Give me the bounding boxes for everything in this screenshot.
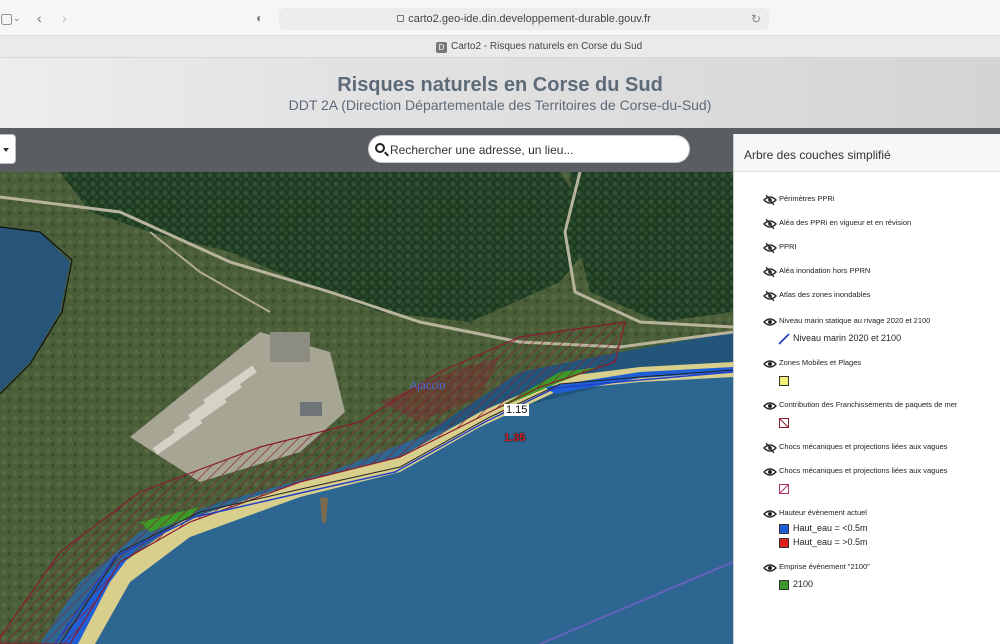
legend-item: 2100 [734, 579, 1000, 593]
eye-off-icon[interactable] [763, 242, 777, 254]
layer-label: Zones Mobiles et Plages [779, 358, 862, 367]
layer-row[interactable]: Contribution des Franchissements de paqu… [734, 399, 1000, 415]
eye-off-icon[interactable] [763, 290, 777, 302]
green-swatch [779, 580, 789, 590]
forward-button[interactable]: › [62, 9, 67, 27]
layer-row[interactable]: Zones Mobiles et Plages [734, 357, 1000, 373]
value-label: 1.35 [504, 432, 526, 444]
red-swatch [779, 538, 789, 548]
eye-icon[interactable] [763, 466, 777, 478]
map-canvas[interactable] [0, 172, 733, 644]
layer-label: PPRI [779, 242, 797, 251]
layer-label: Niveau marin statique au rivage 2020 et … [779, 316, 931, 325]
hatch-swatch [779, 418, 789, 428]
eye-icon[interactable] [763, 358, 777, 370]
layer-label: Chocs mécaniques et projections liées au… [779, 442, 948, 451]
search-box [368, 135, 690, 163]
eye-icon[interactable] [763, 316, 777, 328]
value-label: 1.15 [504, 404, 530, 416]
tab-title: Carto2 - Risques naturels en Corse du Su… [451, 41, 643, 52]
back-button[interactable]: ‹ [37, 9, 42, 27]
eye-icon[interactable] [763, 562, 777, 574]
panel-title: Arbre des couches simplifié [744, 148, 891, 162]
legend-label: 2100 [793, 579, 814, 589]
page-title: Risques naturels en Corse du Sud [337, 74, 663, 96]
chevron-down-icon[interactable]: ⌄ [13, 9, 21, 27]
layer-label: Aléa inondation hors PPRN [779, 266, 871, 275]
address-bar[interactable]: carto2.geo-ide.din.developpement-durable… [279, 8, 769, 30]
legend-item: Haut_eau = <0.5m [734, 523, 1000, 537]
blue-swatch [779, 524, 789, 534]
layer-label: Emprise évènement "2100" [779, 562, 870, 571]
legend-item: Niveau marin 2020 et 2100 [734, 333, 1000, 347]
page-subtitle: DDT 2A (Direction Départementale des Ter… [288, 97, 712, 113]
layer-row[interactable]: Atlas des zones inondables [734, 289, 1000, 305]
eye-off-icon[interactable] [763, 218, 777, 230]
layer-row[interactable]: Hauteur évènement actuel [734, 507, 1000, 523]
eye-icon[interactable] [763, 508, 777, 520]
layer-row[interactable]: Niveau marin statique au rivage 2020 et … [734, 315, 1000, 331]
legend-item [734, 417, 1000, 431]
eye-icon[interactable] [763, 400, 777, 412]
active-tab[interactable]: D Carto2 - Risques naturels en Corse du S… [436, 40, 642, 54]
shield-icon[interactable]: ◐ [256, 9, 263, 27]
line-swatch-icon [778, 333, 790, 345]
favicon-icon: D [436, 42, 447, 53]
eye-off-icon[interactable] [763, 442, 777, 454]
page-header: Risques naturels en Corse du Sud DDT 2A … [0, 58, 1000, 128]
layer-row[interactable]: Emprise évènement "2100" [734, 561, 1000, 577]
search-icon [375, 143, 385, 153]
eye-off-icon[interactable] [763, 266, 777, 278]
building [300, 402, 322, 416]
legend-label: Niveau marin 2020 et 2100 [793, 333, 902, 343]
lock-icon [397, 15, 405, 22]
map-view[interactable]: Ajaccio 1.15 1.35 [0, 172, 733, 644]
layer-row[interactable]: Aléa des PPRi en vigueur et en révision [734, 217, 1000, 233]
layer-row[interactable]: Chocs mécaniques et projections liées au… [734, 441, 1000, 457]
sidebar-toggle-icon[interactable]: ▢ [0, 9, 13, 27]
url-text: carto2.geo-ide.din.developpement-durable… [408, 13, 651, 25]
panel-header: Arbre des couches simplifié [734, 134, 1000, 172]
layer-row[interactable]: PPRI [734, 241, 1000, 257]
layer-label: Hauteur évènement actuel [779, 508, 867, 517]
layer-label: Chocs mécaniques et projections liées au… [779, 466, 948, 475]
legend-label: Haut_eau = <0.5m [793, 523, 868, 533]
layer-label: Atlas des zones inondables [779, 290, 871, 299]
layer-tree-panel: Arbre des couches simplifié Périmètres P… [733, 134, 1000, 644]
tab-bar: D Carto2 - Risques naturels en Corse du S… [0, 36, 1000, 58]
browser-toolbar: ▢ ⌄ ‹ › ◐ carto2.geo-ide.din.developpeme… [0, 0, 1000, 36]
layer-row[interactable]: Chocs mécaniques et projections liées au… [734, 465, 1000, 481]
parking-lot [270, 332, 310, 362]
layer-row[interactable]: Périmètres PPRi [734, 193, 1000, 209]
layer-row[interactable]: Aléa inondation hors PPRN [734, 265, 1000, 281]
yellow-swatch [779, 376, 789, 386]
pink-hatch-swatch [779, 484, 789, 494]
legend-item [734, 483, 1000, 497]
reload-icon[interactable]: ↻ [751, 8, 761, 30]
legend-label: Haut_eau = >0.5m [793, 537, 868, 547]
eye-off-icon[interactable] [763, 194, 777, 206]
place-label: Ajaccio [410, 380, 446, 392]
menu-dropdown-button[interactable] [0, 134, 16, 164]
legend-item [734, 375, 1000, 389]
caret-down-icon [3, 148, 9, 152]
layer-label: Périmètres PPRi [779, 194, 835, 203]
layer-label: Aléa des PPRi en vigueur et en révision [779, 218, 912, 227]
layer-label: Contribution des Franchissements de paqu… [779, 400, 958, 409]
legend-item: Haut_eau = >0.5m [734, 537, 1000, 551]
search-input[interactable] [390, 140, 680, 160]
